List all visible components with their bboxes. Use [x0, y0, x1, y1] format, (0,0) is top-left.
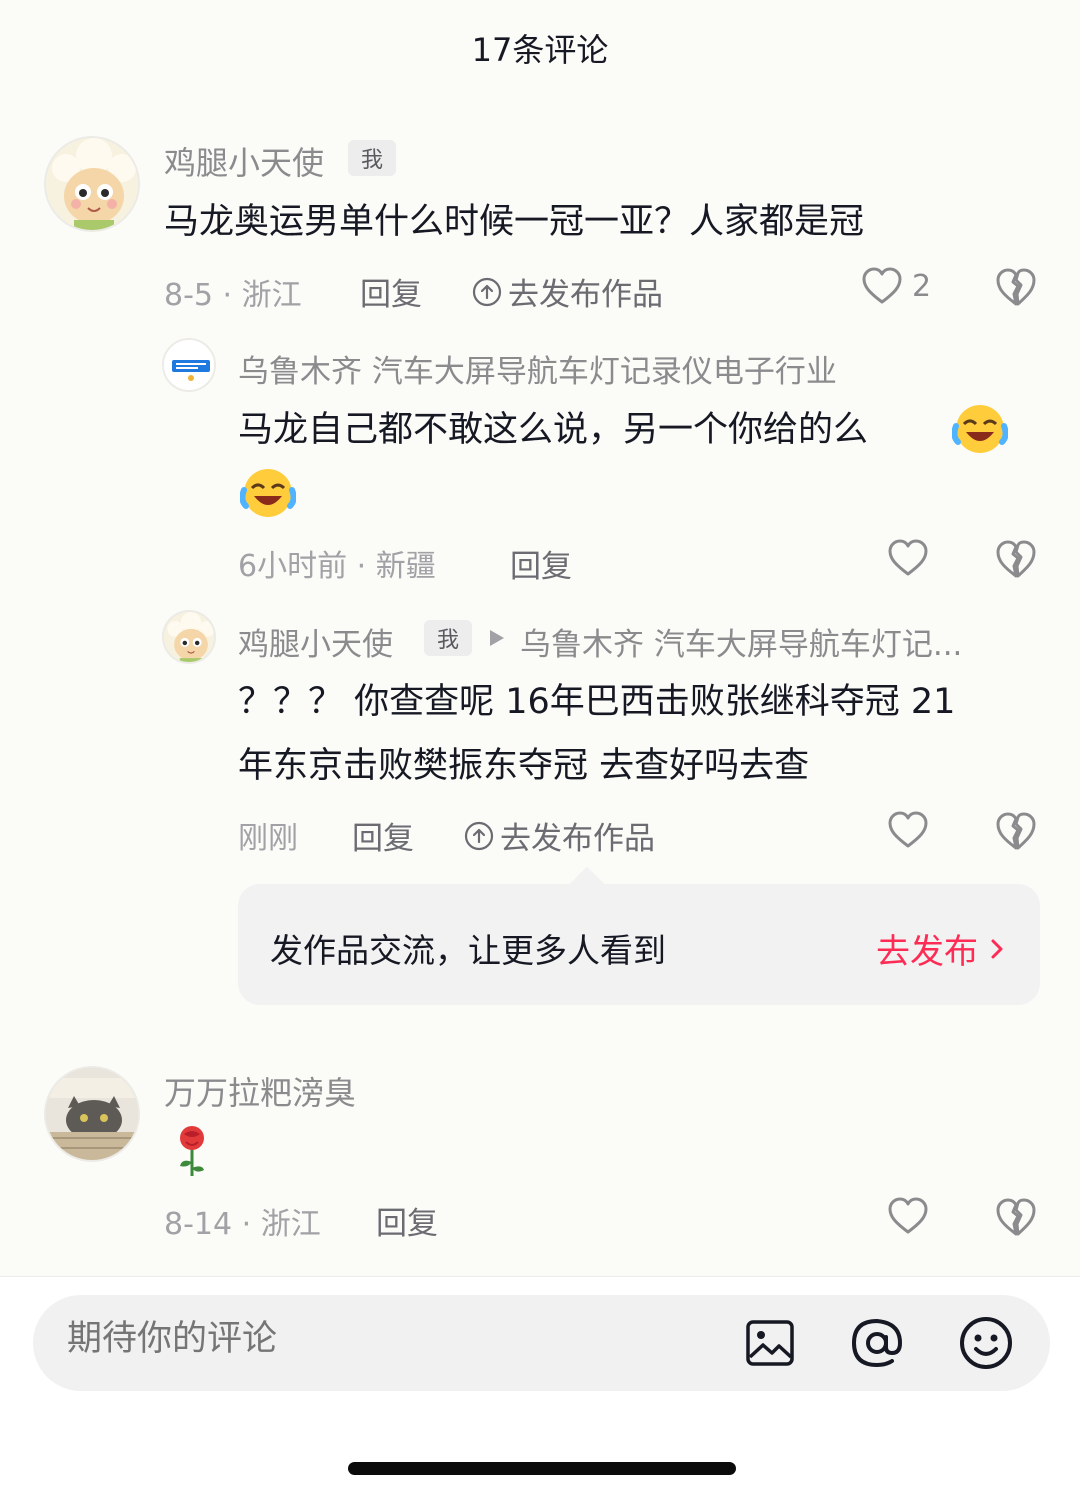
- like-button[interactable]: 2: [860, 266, 931, 306]
- comment-meta: 刚刚: [238, 821, 298, 856]
- comment-date: 8-5: [164, 278, 213, 313]
- comment-author[interactable]: 乌鲁木齐 汽车大屏导航车灯记录仪电子行业: [238, 346, 837, 391]
- comments-header: 17条评论: [0, 0, 1080, 100]
- reply-button[interactable]: 回复: [510, 541, 572, 586]
- comment-text: 马龙自己都不敢这么说，另一个你给的么: [238, 398, 998, 462]
- laughing-crying-emoji-icon: [240, 469, 296, 517]
- rose-emoji-icon: [180, 1126, 204, 1176]
- comment-input-box[interactable]: [33, 1295, 1050, 1391]
- upload-circle-icon: [464, 821, 494, 850]
- heart-icon[interactable]: [886, 810, 930, 850]
- emoji-icon[interactable]: [958, 1315, 1014, 1371]
- go-publish-label: 去发布: [876, 932, 978, 972]
- cartoon-sheep-avatar-icon: [46, 138, 138, 230]
- comment-author[interactable]: 鸡腿小天使: [238, 619, 393, 664]
- broken-heart-icon[interactable]: [994, 266, 1038, 308]
- comment-count-title: 17条评论: [471, 31, 609, 69]
- laughing-crying-emoji-icon: [952, 405, 1008, 453]
- meta-dot: ·: [222, 278, 233, 313]
- me-tag: 我: [424, 620, 472, 656]
- comment-author[interactable]: 万万拉粑滂臭: [164, 1068, 356, 1114]
- publish-promo-card: 发作品交流，让更多人看到 去发布: [238, 884, 1040, 1005]
- chevron-right-icon: [991, 939, 1003, 958]
- upload-circle-icon: [472, 277, 502, 306]
- comment-text-line: 年东京击败樊振东夺冠 去查好吗去查: [238, 746, 810, 786]
- shop-logo-avatar-icon: [164, 340, 214, 390]
- heart-icon[interactable]: [886, 1196, 930, 1236]
- cartoon-sheep-avatar-icon: [164, 612, 214, 662]
- comment-input[interactable]: [67, 1319, 687, 1359]
- publish-work-link[interactable]: 去发布作品: [472, 269, 663, 314]
- publish-work-label: 去发布作品: [508, 277, 663, 313]
- avatar[interactable]: [44, 1066, 140, 1162]
- go-publish-button[interactable]: 去发布: [876, 924, 1004, 973]
- comment-location: 浙江: [260, 1207, 321, 1242]
- heart-icon: [862, 267, 902, 304]
- reply-button[interactable]: 回复: [352, 813, 414, 858]
- me-tag: 我: [348, 140, 396, 176]
- publish-work-link[interactable]: 去发布作品: [464, 813, 655, 858]
- broken-heart-icon[interactable]: [994, 1196, 1038, 1238]
- comment-location: 浙江: [241, 278, 302, 313]
- reply-to-author[interactable]: 乌鲁木齐 汽车大屏导航车灯记...: [520, 619, 962, 664]
- reply-button[interactable]: 回复: [360, 269, 422, 314]
- image-icon[interactable]: [745, 1319, 795, 1367]
- meta-dot: ·: [241, 1207, 252, 1242]
- reply-arrow-icon: [490, 630, 504, 646]
- broken-heart-icon[interactable]: [994, 810, 1038, 852]
- comment-text-body: 马龙自己都不敢这么说，另一个你给的么: [238, 410, 869, 450]
- publish-work-label: 去发布作品: [500, 821, 655, 857]
- at-icon[interactable]: [850, 1317, 904, 1369]
- avatar[interactable]: [162, 610, 216, 664]
- comment-meta: 8-14 · 浙江: [164, 1199, 321, 1243]
- promo-text: 发作品交流，让更多人看到: [270, 931, 666, 970]
- broken-heart-icon[interactable]: [994, 538, 1038, 580]
- comment-date: 8-14: [164, 1207, 233, 1242]
- comment-text: ？？？ 你查查呢 16年巴西击败张继科夺冠 21 年东京击败樊振东夺冠 去查好吗…: [238, 670, 1038, 798]
- home-indicator[interactable]: [348, 1462, 736, 1475]
- avatar[interactable]: [44, 136, 140, 232]
- like-count: 2: [912, 268, 932, 304]
- comment-text-line: ？？？ 你查查呢 16年巴西击败张继科夺冠 21: [238, 682, 956, 722]
- cat-photo-avatar-icon: [46, 1068, 138, 1160]
- comment-meta: 8-5 · 浙江: [164, 270, 302, 314]
- comment-author[interactable]: 鸡腿小天使: [164, 138, 324, 184]
- reply-button[interactable]: 回复: [376, 1198, 438, 1243]
- comment-meta: 6小时前 · 新疆: [238, 549, 436, 584]
- comment-text: 马龙奥运男单什么时候一冠一亚？人家都是冠: [164, 202, 865, 242]
- avatar[interactable]: [162, 338, 216, 392]
- heart-icon[interactable]: [886, 538, 930, 578]
